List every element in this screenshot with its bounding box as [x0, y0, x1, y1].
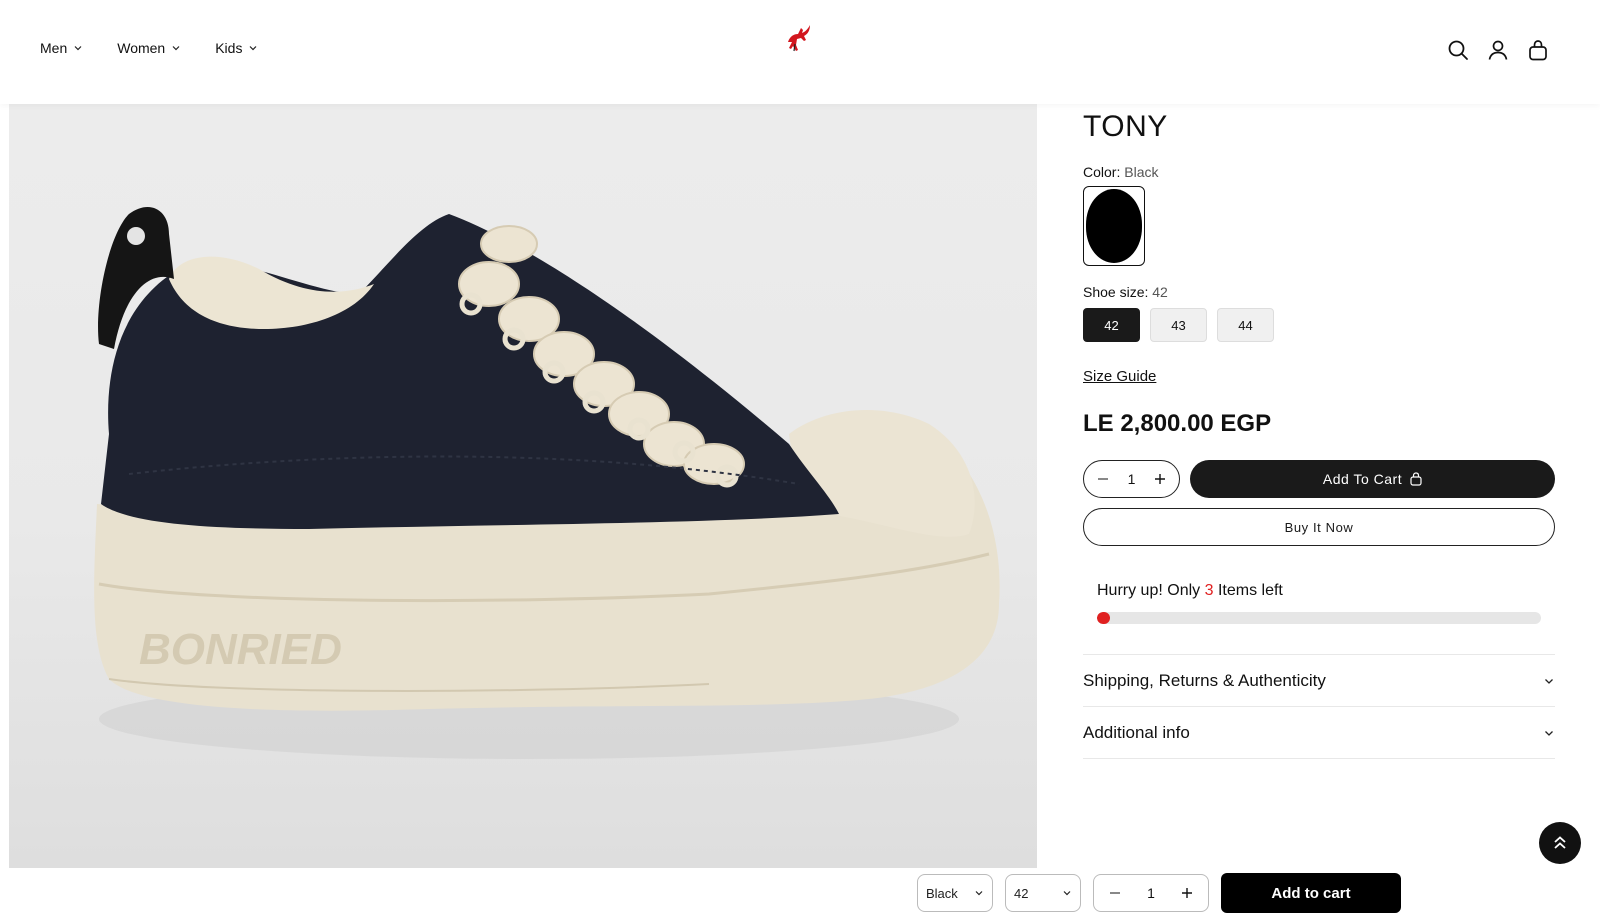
size-options: 42 43 44	[1083, 308, 1555, 342]
main-nav: Men Women Kids	[40, 40, 258, 56]
size-button-44[interactable]: 44	[1217, 308, 1274, 342]
minus-icon[interactable]	[1106, 884, 1124, 902]
accordion-additional-info[interactable]: Additional info	[1083, 707, 1555, 759]
chevron-down-icon	[1063, 891, 1071, 896]
color-value: Black	[1124, 164, 1159, 180]
chevron-down-icon	[975, 891, 983, 896]
stock-progress-bar	[1097, 612, 1541, 624]
swatch-fill	[1086, 189, 1142, 263]
stock-progress-fill	[1097, 612, 1111, 624]
bag-icon[interactable]	[1526, 38, 1550, 62]
minus-icon[interactable]	[1094, 470, 1112, 488]
nav-item-women[interactable]: Women	[117, 40, 181, 56]
purchase-row: 1 Add To Cart	[1083, 460, 1555, 498]
sticky-quantity-stepper: 1	[1093, 874, 1209, 912]
add-to-cart-button[interactable]: Add To Cart	[1190, 460, 1555, 498]
plus-icon[interactable]	[1178, 884, 1196, 902]
nav-item-label: Women	[117, 40, 166, 56]
accordion-label: Shipping, Returns & Authenticity	[1083, 670, 1326, 690]
size-button-43[interactable]: 43	[1150, 308, 1207, 342]
size-value: 42	[1152, 284, 1168, 300]
sneaker-illustration: BONRIED	[94, 206, 1000, 759]
product-image: BONRIED	[9, 104, 1037, 868]
brand-logo[interactable]	[780, 20, 816, 56]
scroll-to-top-button[interactable]	[1539, 822, 1581, 864]
account-icon[interactable]	[1486, 38, 1510, 62]
nav-item-label: Kids	[215, 40, 243, 56]
stock-indicator: Hurry up! Only 3 Items left	[1083, 582, 1555, 624]
sole-brand-text: BONRIED	[139, 625, 342, 674]
stock-text: Hurry up! Only 3 Items left	[1097, 582, 1541, 600]
accordion-shipping[interactable]: Shipping, Returns & Authenticity	[1083, 655, 1555, 707]
add-to-cart-label: Add To Cart	[1322, 471, 1403, 487]
chevron-down-icon	[250, 46, 257, 51]
sticky-quantity-value[interactable]: 1	[1147, 885, 1155, 901]
nav-item-kids[interactable]: Kids	[215, 40, 258, 56]
product-title: TONY	[1083, 110, 1168, 143]
chevron-down-icon	[1545, 730, 1553, 736]
sticky-color-value: Black	[926, 885, 958, 901]
double-chevron-up-icon	[1554, 836, 1566, 849]
plus-icon[interactable]	[1151, 470, 1169, 488]
chevron-down-icon	[172, 46, 180, 51]
chevron-down-icon	[74, 46, 82, 51]
stock-count: 3	[1204, 582, 1214, 599]
stock-suffix: Items left	[1217, 582, 1283, 599]
quantity-stepper: 1	[1083, 460, 1180, 498]
product-price: LE 2,800.00 EGP	[1083, 410, 1272, 437]
sticky-add-to-cart-button[interactable]: Add to cart	[1221, 873, 1401, 913]
accordion-label: Additional info	[1083, 722, 1190, 742]
size-button-42[interactable]: 42	[1083, 308, 1140, 342]
quantity-value[interactable]: 1	[1128, 471, 1136, 487]
site-header: Men Women Kids	[0, 0, 1600, 104]
bag-icon	[1410, 472, 1422, 486]
search-icon[interactable]	[1446, 38, 1470, 62]
color-swatch-black[interactable]	[1083, 186, 1145, 266]
nav-item-men[interactable]: Men	[40, 40, 83, 56]
sticky-color-select[interactable]: Black	[917, 874, 993, 912]
chevron-down-icon	[1545, 678, 1553, 684]
product-accordion: Shipping, Returns & Authenticity Additio…	[1083, 654, 1555, 759]
sticky-size-select[interactable]: 42	[1005, 874, 1081, 912]
product-info-panel: TONY Color: Black Shoe size: 42 42 43 44…	[1083, 104, 1555, 759]
size-guide-link[interactable]: Size Guide	[1083, 368, 1156, 385]
buy-it-now-button[interactable]: Buy It Now	[1083, 508, 1555, 546]
sticky-size-value: 42	[1014, 885, 1029, 901]
color-option-label: Color: Black	[1083, 164, 1555, 180]
stock-prefix: Hurry up! Only	[1097, 582, 1201, 599]
header-actions	[1446, 38, 1550, 62]
color-label: Color:	[1083, 164, 1121, 180]
nav-item-label: Men	[40, 40, 68, 56]
sticky-add-to-cart-bar: Black 42 1 Add to cart	[917, 873, 1401, 913]
size-label: Shoe size:	[1083, 284, 1149, 300]
size-option-label: Shoe size: 42	[1083, 284, 1555, 300]
